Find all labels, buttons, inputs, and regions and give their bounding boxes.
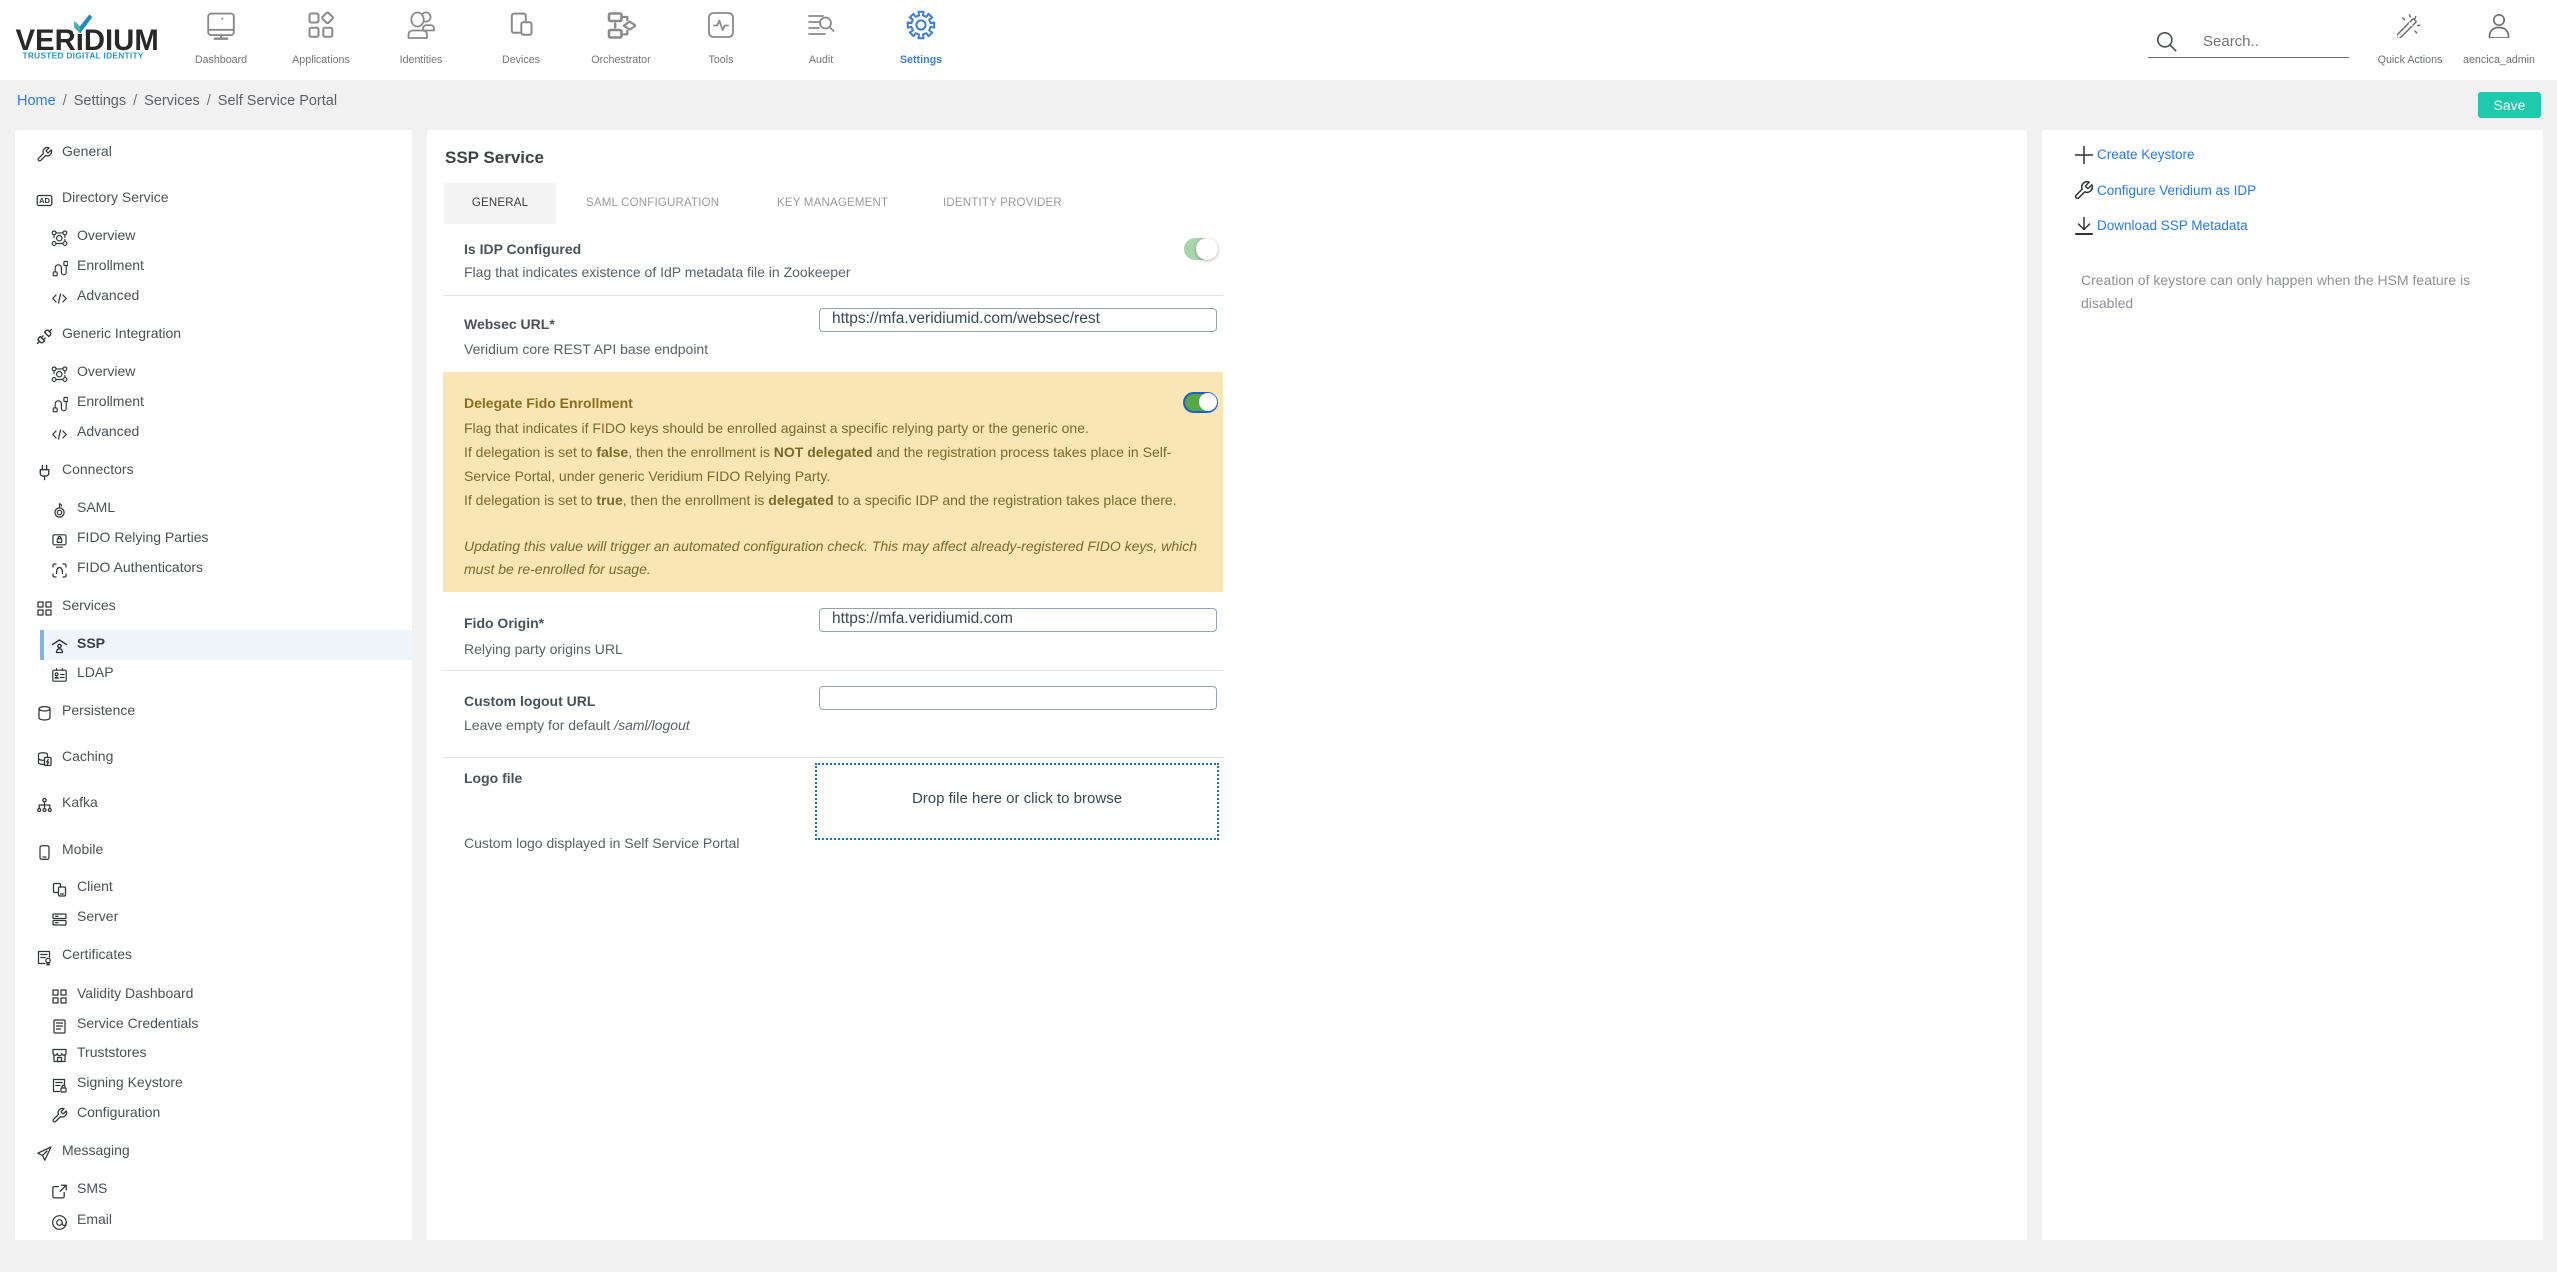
svg-text:TRUSTED DIGITAL IDENTITY: TRUSTED DIGITAL IDENTITY <box>23 50 144 60</box>
svg-text:AD: AD <box>39 196 50 205</box>
